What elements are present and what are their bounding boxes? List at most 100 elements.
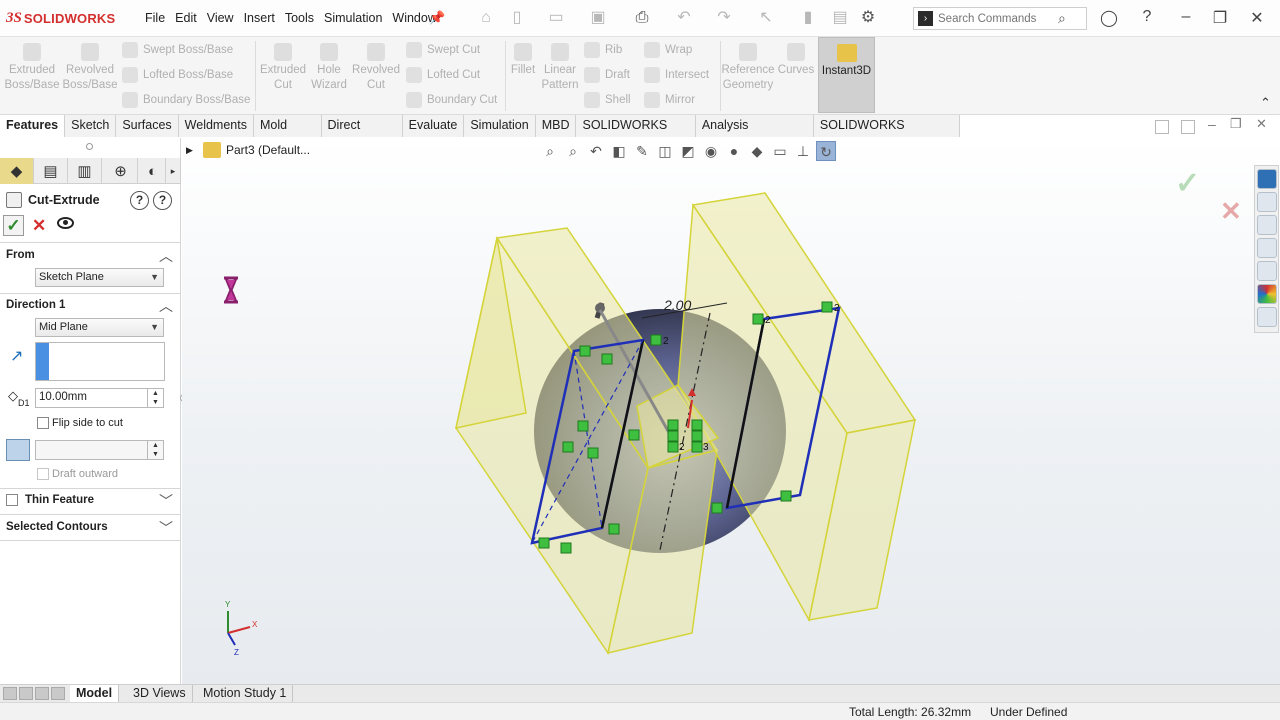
boundary-boss-button[interactable]: Boundary Boss/Base xyxy=(122,92,250,108)
previous-view-icon[interactable]: ↶ xyxy=(586,141,606,161)
print-icon[interactable]: ⎙ xyxy=(632,8,652,28)
doc-minimize-icon[interactable]: – xyxy=(1208,116,1216,132)
home-tab-icon[interactable] xyxy=(1256,192,1277,212)
configuration-manager-tab-icon[interactable]: ▥ xyxy=(68,158,102,184)
feature-tree-flyout[interactable]: Part3 (Default... xyxy=(203,142,310,158)
lofted-cut-button[interactable]: Lofted Cut xyxy=(406,67,480,83)
panel-grip-icon[interactable] xyxy=(86,143,93,150)
solidworks-logo[interactable]: 3S SOLIDWORKS xyxy=(6,8,115,28)
end-condition-select[interactable]: Mid Plane ▼ xyxy=(35,318,164,337)
open-folder-icon[interactable]: ▭ xyxy=(546,8,566,28)
search-input[interactable] xyxy=(938,10,1058,28)
apply-scene-icon[interactable]: ◆ xyxy=(747,141,767,161)
tab-features[interactable]: Features xyxy=(0,115,66,137)
view-orientation-icon[interactable]: ◫ xyxy=(655,141,675,161)
tabs-scroll-icon[interactable]: ▸ xyxy=(166,158,181,184)
wrap-button[interactable]: Wrap xyxy=(644,42,692,58)
expand-tree-arrow-icon[interactable]: ▶ xyxy=(186,145,193,156)
confirm-ok-icon[interactable]: ✓ xyxy=(1175,166,1200,201)
restore-icon[interactable]: ❐ xyxy=(1209,8,1231,28)
revolved-cut-button[interactable]: Revolved Cut xyxy=(352,43,400,93)
display-manager-tab-icon[interactable]: ◐ xyxy=(140,158,166,184)
curves-button[interactable]: Curves xyxy=(776,43,816,78)
last-tab-icon[interactable] xyxy=(51,687,65,700)
draft-outward-checkbox[interactable] xyxy=(37,468,49,480)
extruded-boss-button[interactable]: Extruded Boss/Base xyxy=(4,43,60,93)
linear-pattern-button[interactable]: Linear Pattern xyxy=(540,43,580,93)
flip-side-checkbox[interactable] xyxy=(37,417,49,429)
whats-wrong-help-button[interactable]: ? xyxy=(130,191,149,210)
new-document-icon[interactable]: ▯ xyxy=(507,8,527,28)
spinner-arrows-icon[interactable]: ▲ ▼ xyxy=(147,441,163,459)
help-button[interactable]: ? xyxy=(153,191,172,210)
property-manager-tab-icon[interactable]: ▤ xyxy=(34,158,68,184)
tile-view-icon[interactable] xyxy=(1155,120,1169,134)
thin-feature-section-header[interactable]: Thin Feature ﹀ xyxy=(0,490,181,512)
from-select[interactable]: Sketch Plane ▼ xyxy=(35,268,164,287)
edit-appearance-icon[interactable]: ● xyxy=(724,141,744,161)
doc-restore-icon[interactable]: ❐ xyxy=(1230,116,1242,132)
zoom-to-fit-icon[interactable]: ⌕ xyxy=(540,141,560,161)
hole-wizard-button[interactable]: Hole Wizard xyxy=(306,43,352,93)
svg-text:2.00[interactable]: 2.00 xyxy=(663,297,691,313)
cancel-button[interactable]: ✕ xyxy=(32,216,46,236)
hide-show-items-icon[interactable]: ◉ xyxy=(701,141,721,161)
select-arrow-icon[interactable]: ↖ xyxy=(756,8,776,28)
mirror-button[interactable]: Mirror xyxy=(644,92,695,108)
tab-solidworks-inspection[interactable]: SOLIDWORKS Inspection xyxy=(813,115,960,153)
tab-weldments[interactable]: Weldments xyxy=(178,115,254,137)
zoom-to-area-icon[interactable]: ⌕ xyxy=(563,141,583,161)
section-view-icon[interactable]: ◧ xyxy=(609,141,629,161)
intersect-button[interactable]: Intersect xyxy=(644,67,709,83)
tab-analysis-preparation[interactable]: Analysis Preparation xyxy=(695,115,814,153)
next-tab-icon[interactable] xyxy=(35,687,49,700)
boundary-cut-button[interactable]: Boundary Cut xyxy=(406,92,497,108)
tab-surfaces[interactable]: Surfaces xyxy=(116,115,179,137)
help-icon[interactable]: ? xyxy=(1136,8,1158,26)
shell-button[interactable]: Shell xyxy=(584,92,631,108)
tab-solidworks-cam[interactable]: SOLIDWORKS CAM xyxy=(576,115,696,153)
tab-3d-views[interactable]: 3D Views xyxy=(127,685,193,703)
direction1-section-header[interactable]: Direction 1 ︿ xyxy=(0,295,181,317)
solidworks-resources-icon[interactable] xyxy=(1256,169,1277,189)
collapse-chevron-icon[interactable]: ︿ xyxy=(159,246,173,266)
minimize-icon[interactable]: – xyxy=(1175,8,1197,26)
tab-sketch[interactable]: Sketch xyxy=(65,115,117,137)
draft-button[interactable]: Draft xyxy=(584,67,630,83)
rotate-view-icon[interactable]: ↻ xyxy=(816,141,836,161)
dynamic-annotation-icon[interactable]: ✎ xyxy=(632,141,652,161)
swept-boss-button[interactable]: Swept Boss/Base xyxy=(122,42,233,58)
model-viewport[interactable]: 2.00 2 2 2 2 3 Y X Z xyxy=(182,138,1280,684)
extruded-cut-button[interactable]: Extruded Cut xyxy=(256,43,310,93)
tab-motion-study-1[interactable]: Motion Study 1 xyxy=(197,685,294,703)
rebuild-icon[interactable]: ▮ xyxy=(798,8,818,28)
prev-tab-icon[interactable] xyxy=(19,687,33,700)
lofted-boss-button[interactable]: Lofted Boss/Base xyxy=(122,67,233,83)
close-icon[interactable]: ✕ xyxy=(1246,8,1268,28)
file-explorer-icon[interactable] xyxy=(1256,238,1277,258)
tab-simulation[interactable]: Simulation xyxy=(464,115,536,137)
draft-angle-spinner[interactable]: ▲ ▼ xyxy=(35,440,164,460)
tab-direct-editing[interactable]: Direct Editing xyxy=(321,115,403,153)
options-gear-icon[interactable]: ⚙ xyxy=(858,8,878,28)
tab-evaluate[interactable]: Evaluate xyxy=(402,115,465,137)
search-commands-box[interactable]: › ⌕ xyxy=(913,7,1087,30)
rib-button[interactable]: Rib xyxy=(584,42,622,58)
redo-icon[interactable]: ↷ xyxy=(714,8,734,28)
doc-close-icon[interactable]: ✕ xyxy=(1256,116,1267,132)
home-icon[interactable]: ⌂ xyxy=(476,8,496,28)
design-library-icon[interactable] xyxy=(1256,215,1277,235)
depth-spinner[interactable]: 10.00mm ▲ ▼ xyxy=(35,388,164,408)
view-settings-icon[interactable]: ▭ xyxy=(770,141,790,161)
draft-on-off-icon[interactable] xyxy=(6,439,30,461)
dimxpert-tab-icon[interactable]: ⊕ xyxy=(104,158,138,184)
tab-model[interactable]: Model xyxy=(70,685,120,703)
tab-mbd[interactable]: MBD xyxy=(535,115,577,137)
spinner-arrows-icon[interactable]: ▲ ▼ xyxy=(147,389,163,407)
selected-contours-section-header[interactable]: Selected Contours ﹀ xyxy=(0,517,181,539)
collapse-ribbon-chevron-icon[interactable]: ⌃ xyxy=(1260,95,1271,111)
normal-to-icon[interactable]: ⊥ xyxy=(793,141,813,161)
preview-eye-icon[interactable] xyxy=(57,217,74,229)
graphics-area[interactable]: 2.00 2 2 2 2 3 Y X Z ✓ ✕ xyxy=(182,138,1280,684)
custom-properties-icon[interactable] xyxy=(1256,307,1277,327)
